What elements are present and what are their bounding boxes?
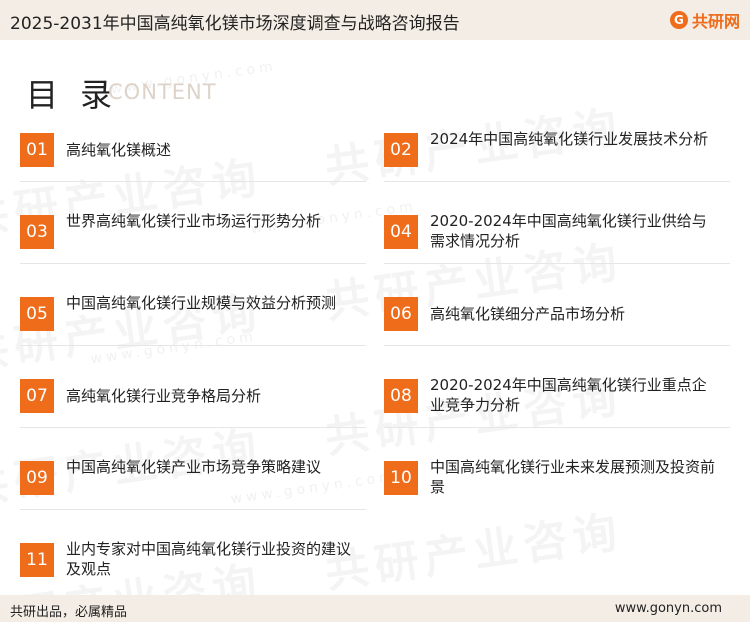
chapter-title: 高纯氧化镁细分产品市场分析: [430, 305, 626, 323]
toc-item[interactable]: 05 中国高纯氧化镁行业规模与效益分析预测: [20, 293, 366, 346]
toc-item[interactable]: 06 高纯氧化镁细分产品市场分析: [384, 293, 730, 346]
toc-item[interactable]: 09 中国高纯氧化镁产业市场竞争策略建议: [20, 457, 366, 510]
report-title: 2025-2031年中国高纯氧化镁市场深度调查与战略咨询报告: [10, 14, 460, 34]
toc-item[interactable]: 03 世界高纯氧化镁行业市场运行形势分析: [20, 211, 366, 264]
chapter-title: 2020-2024年中国高纯氧化镁行业供给与需求情况分析: [430, 212, 707, 250]
divider: [384, 427, 730, 428]
divider: [384, 181, 730, 182]
toc-item[interactable]: 10 中国高纯氧化镁行业未来发展预测及投资前景: [384, 457, 730, 499]
divider: [20, 427, 366, 428]
chapter-number: 11: [20, 543, 54, 577]
chapter-number: 05: [20, 297, 54, 331]
toc-item[interactable]: 02 2024年中国高纯氧化镁行业发展技术分析: [384, 129, 730, 182]
chapter-number: 07: [20, 379, 54, 413]
toc-item[interactable]: 04 2020-2024年中国高纯氧化镁行业供给与需求情况分析: [384, 211, 730, 264]
chapter-title: 业内专家对中国高纯氧化镁行业投资的建议及观点: [66, 540, 352, 578]
divider: [20, 509, 366, 510]
chapter-number: 03: [20, 215, 54, 249]
chapter-title: 2020-2024年中国高纯氧化镁行业重点企业竞争力分析: [430, 376, 707, 414]
divider: [20, 181, 366, 182]
divider: [384, 263, 730, 264]
toc-subheading: CONTENT: [108, 80, 217, 104]
chapter-number: 01: [20, 133, 54, 167]
divider: [20, 345, 366, 346]
toc-item[interactable]: 07 高纯氧化镁行业竞争格局分析: [20, 375, 366, 428]
chapter-title: 中国高纯氧化镁产业市场竞争策略建议: [66, 458, 322, 476]
chapter-number: 06: [384, 297, 418, 331]
header-bar: 2025-2031年中国高纯氧化镁市场深度调查与战略咨询报告 G 共研网: [0, 0, 750, 40]
footer-website[interactable]: www.gonyn.com: [615, 601, 722, 616]
chapter-title: 2024年中国高纯氧化镁行业发展技术分析: [430, 130, 709, 148]
chapter-title: 世界高纯氧化镁行业市场运行形势分析: [66, 212, 322, 230]
chapter-title: 高纯氧化镁概述: [66, 141, 172, 159]
toc-item[interactable]: 08 2020-2024年中国高纯氧化镁行业重点企业竞争力分析: [384, 375, 730, 428]
gonyn-logo-icon: G: [669, 11, 688, 29]
divider: [384, 345, 730, 346]
toc-item[interactable]: 01 高纯氧化镁概述: [20, 129, 366, 182]
brand-logo: G 共研网: [669, 8, 740, 32]
chapter-number: 02: [384, 133, 418, 167]
chapter-title: 中国高纯氧化镁行业规模与效益分析预测: [66, 294, 337, 312]
toc-item[interactable]: 11 业内专家对中国高纯氧化镁行业投资的建议及观点: [20, 539, 366, 581]
footer-slogan: 共研出品，必属精品: [10, 605, 128, 620]
chapter-number: 09: [20, 461, 54, 495]
toc-heading: 目 录: [26, 76, 119, 114]
chapter-title: 中国高纯氧化镁行业未来发展预测及投资前景: [430, 458, 716, 496]
footer-bar: 共研出品，必属精品 www.gonyn.com: [0, 595, 750, 622]
chapter-number: 10: [384, 461, 418, 495]
brand-name: 共研网: [691, 12, 740, 31]
chapter-title: 高纯氧化镁行业竞争格局分析: [66, 387, 262, 405]
chapter-number: 08: [384, 379, 418, 413]
divider: [20, 263, 366, 264]
chapter-number: 04: [384, 215, 418, 249]
